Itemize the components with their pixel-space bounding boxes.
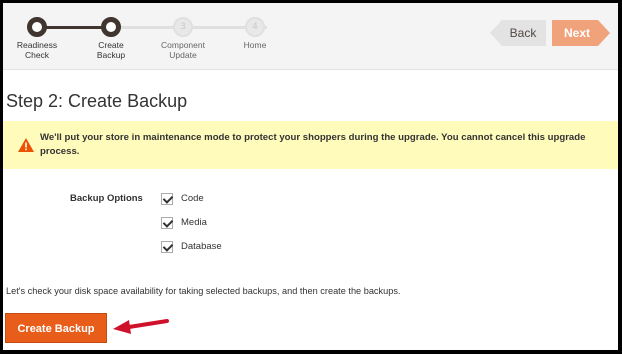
step-number: 3 <box>173 17 193 37</box>
step-label: Home <box>215 40 295 50</box>
warning-triangle-icon <box>18 138 34 152</box>
step-label: Component Update <box>143 40 223 60</box>
disk-space-info: Let's check your disk space availability… <box>6 286 401 296</box>
next-button[interactable]: Next <box>552 20 610 46</box>
warning-text: We'll put your store in maintenance mode… <box>40 132 586 157</box>
step-label-line1: Readiness <box>16 40 58 50</box>
code-checkbox[interactable] <box>161 193 173 205</box>
page-title: Step 2: Create Backup <box>6 91 188 111</box>
step-create-backup: Create Backup <box>71 17 151 60</box>
step-done-icon <box>27 17 47 37</box>
step-label-line2: Check <box>24 50 50 60</box>
media-checkbox[interactable] <box>161 217 173 229</box>
step-number: 4 <box>245 17 265 37</box>
step-readiness-check: Readiness Check <box>3 17 77 60</box>
option-label: Media <box>181 217 207 228</box>
option-label: Code <box>181 193 204 204</box>
progress-steps: Readiness Check Create Backup 3 Componen… <box>15 17 275 65</box>
step-current-icon <box>101 17 121 37</box>
back-button[interactable]: Back <box>490 20 546 46</box>
option-label: Database <box>181 241 222 252</box>
step-component-update: 3 Component Update <box>143 17 223 60</box>
step-label-line1: Component <box>161 40 205 50</box>
wizard-header: Readiness Check Create Backup 3 Componen… <box>3 3 618 70</box>
backup-options: Backup Options Code Media Database <box>3 189 618 269</box>
step-home: 4 Home <box>215 17 295 50</box>
setup-wizard-window: Readiness Check Create Backup 3 Componen… <box>3 3 618 350</box>
step-label-line1: Create <box>98 40 124 50</box>
step-label-line2: Update <box>169 50 197 60</box>
step-label: Create Backup <box>71 40 151 60</box>
step-label-line1: Home <box>243 40 267 50</box>
create-backup-button[interactable]: Create Backup <box>5 313 107 343</box>
annotation-arrow-icon <box>113 319 169 334</box>
step-label-line2: Backup <box>96 50 126 60</box>
backup-options-label: Backup Options <box>70 193 143 204</box>
database-checkbox[interactable] <box>161 241 173 253</box>
maintenance-warning: We'll put your store in maintenance mode… <box>3 121 618 169</box>
step-label: Readiness Check <box>3 40 77 60</box>
